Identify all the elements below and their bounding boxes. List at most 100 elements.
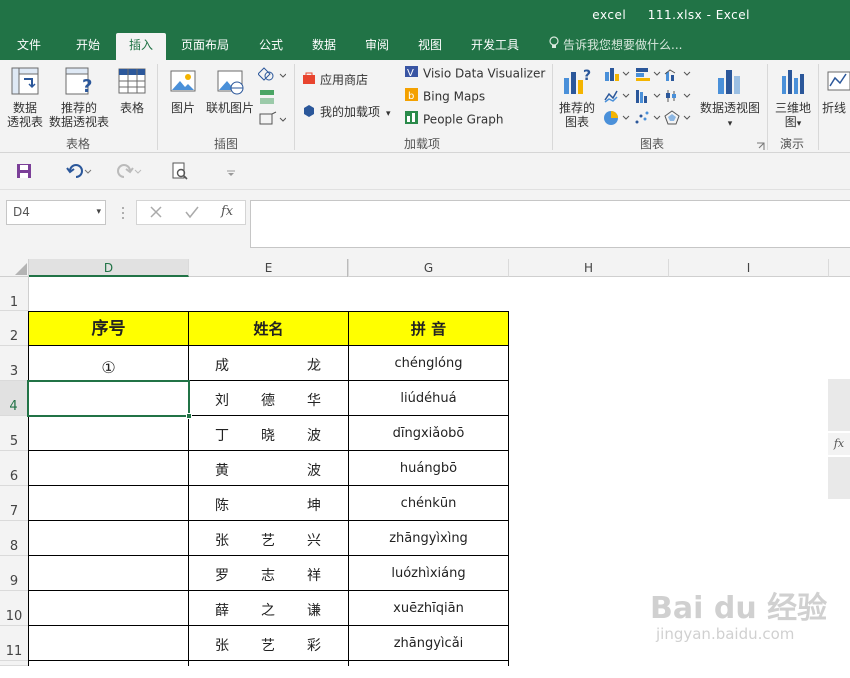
row-header-3[interactable]: 3 <box>0 346 29 381</box>
tell-me-box[interactable]: 告诉我您想要做什么... <box>548 33 682 60</box>
column-header-d[interactable]: D <box>29 259 189 277</box>
insert-function-icon[interactable]: fx <box>221 204 233 219</box>
row-header-2[interactable]: 2 <box>0 311 29 346</box>
side-panel-tab[interactable] <box>828 379 850 431</box>
scatter-chart-icon[interactable] <box>634 110 662 129</box>
tab-file[interactable]: 文件 <box>8 33 50 60</box>
table-button[interactable]: 表格 <box>112 66 152 115</box>
tab-review[interactable]: 审阅 <box>356 33 398 60</box>
tab-page-layout[interactable]: 页面布局 <box>172 33 238 60</box>
name-cell[interactable]: 丁 晓 波 <box>189 416 349 451</box>
pictures-button[interactable]: 图片 <box>164 66 202 115</box>
dialog-launcher-icon[interactable] <box>756 140 765 154</box>
print-preview-icon[interactable] <box>172 162 188 183</box>
pinyin-cell[interactable]: huángbō <box>349 451 509 486</box>
name-cell[interactable]: 薛 之 谦 <box>189 591 349 626</box>
pinyin-cell[interactable]: dīngxiǎobō <box>349 416 509 451</box>
tab-formulas[interactable]: 公式 <box>250 33 292 60</box>
row-header-11[interactable]: 11 <box>0 626 29 661</box>
my-addins-button[interactable]: 我的加载项 ▾ <box>302 103 391 121</box>
row-header-1[interactable]: 1 <box>0 277 29 311</box>
3d-map-button[interactable]: 三维地 图▾ <box>772 66 814 131</box>
pinyin-cell[interactable]: luózhìxiáng <box>349 556 509 591</box>
smartart-icon[interactable] <box>258 88 276 109</box>
column-chart-icon[interactable] <box>603 66 631 85</box>
shapes-icon[interactable] <box>257 66 287 87</box>
waterfall-chart-icon[interactable] <box>634 88 662 107</box>
column-header-h[interactable]: H <box>509 259 669 277</box>
recommended-pivot-button[interactable]: ? 推荐的 数据透视表 <box>48 66 110 129</box>
chevron-down-icon[interactable]: ▾ <box>96 201 101 224</box>
row-header-6[interactable]: 6 <box>0 451 29 486</box>
pinyin-cell[interactable]: xuēzhīqiān <box>349 591 509 626</box>
cell-d11[interactable] <box>28 626 189 661</box>
row-header-4[interactable]: 4 <box>0 381 29 416</box>
pinyin-cell[interactable]: zhāngyìxìng <box>349 521 509 556</box>
cell-d7[interactable] <box>28 486 189 521</box>
row-header-12[interactable] <box>0 661 29 666</box>
row-header-8[interactable]: 8 <box>0 521 29 556</box>
undo-icon[interactable] <box>66 163 92 182</box>
line-chart-icon[interactable] <box>603 88 631 107</box>
fill-handle[interactable] <box>186 413 192 419</box>
bing-maps-button[interactable]: b Bing Maps <box>404 87 485 105</box>
row-header-5[interactable]: 5 <box>0 416 29 451</box>
column-header-next[interactable] <box>829 259 850 277</box>
redo-icon[interactable] <box>116 163 142 182</box>
name-cell[interactable]: 黄 波 <box>189 451 349 486</box>
active-cell-selection[interactable] <box>27 380 190 417</box>
side-fx-button[interactable]: fx <box>828 433 850 455</box>
cell-d9[interactable] <box>28 556 189 591</box>
name-cell[interactable]: 张 艺 彩 <box>189 626 349 661</box>
pinyin-cell[interactable] <box>349 661 509 666</box>
visio-button[interactable]: V Visio Data Visualizer <box>404 64 545 82</box>
bar-chart-icon[interactable] <box>634 66 662 85</box>
cell-d5[interactable] <box>28 416 189 451</box>
recommended-charts-button[interactable]: ? 推荐的 图表 <box>556 66 598 129</box>
sparkline-line-button[interactable]: 折线 <box>822 66 850 115</box>
save-icon[interactable] <box>16 163 32 182</box>
header-name-cell[interactable]: 姓名 <box>189 311 349 346</box>
pinyin-cell[interactable]: chénglóng <box>349 346 509 381</box>
formula-input[interactable] <box>250 200 850 248</box>
column-header-i[interactable]: I <box>669 259 829 277</box>
row-header-9[interactable]: 9 <box>0 556 29 591</box>
pivot-chart-button[interactable]: 数据透视图 ▾ <box>698 66 762 131</box>
side-panel-tab[interactable] <box>828 457 850 499</box>
tab-home[interactable]: 开始 <box>62 33 114 60</box>
tab-data[interactable]: 数据 <box>302 33 346 60</box>
tab-insert[interactable]: 插入 <box>116 33 166 60</box>
stock-chart-icon[interactable] <box>664 88 692 107</box>
pivot-table-button[interactable]: 数据 透视表 <box>4 66 46 129</box>
column-header-e[interactable]: E <box>189 259 349 277</box>
store-button[interactable]: 应用商店 <box>302 71 368 89</box>
pinyin-cell[interactable]: liúdéhuá <box>349 381 509 416</box>
name-cell[interactable]: 刘 德 华 <box>189 381 349 416</box>
row-header-7[interactable]: 7 <box>0 486 29 521</box>
name-cell[interactable]: 陈 坤 <box>189 486 349 521</box>
row-header-10[interactable]: 10 <box>0 591 29 626</box>
pinyin-cell[interactable]: zhāngyìcǎi <box>349 626 509 661</box>
cancel-icon[interactable] <box>149 205 163 222</box>
radar-chart-icon[interactable] <box>664 110 692 129</box>
cell-d3[interactable]: ① <box>28 346 189 381</box>
screenshot-icon[interactable] <box>258 110 287 131</box>
select-all-corner[interactable] <box>0 259 29 277</box>
pie-chart-icon[interactable] <box>603 110 631 129</box>
header-pinyin-cell[interactable]: 拼 音 <box>349 311 509 346</box>
name-cell[interactable]: 张 艺 兴 <box>189 521 349 556</box>
cell-d8[interactable] <box>28 521 189 556</box>
column-header-g[interactable]: G <box>349 259 509 277</box>
name-cell[interactable] <box>189 661 349 666</box>
pinyin-cell[interactable]: chénkūn <box>349 486 509 521</box>
tab-view[interactable]: 视图 <box>408 33 452 60</box>
tab-developer[interactable]: 开发工具 <box>462 33 528 60</box>
customize-toolbar-icon[interactable] <box>226 167 236 181</box>
enter-icon[interactable] <box>185 205 199 222</box>
cell-d12[interactable] <box>28 661 189 666</box>
combo-chart-icon[interactable] <box>664 66 692 85</box>
name-cell[interactable]: 罗 志 祥 <box>189 556 349 591</box>
people-graph-button[interactable]: People Graph <box>404 110 504 128</box>
name-box[interactable]: D4 ▾ <box>6 200 106 225</box>
name-cell[interactable]: 成 龙 <box>189 346 349 381</box>
